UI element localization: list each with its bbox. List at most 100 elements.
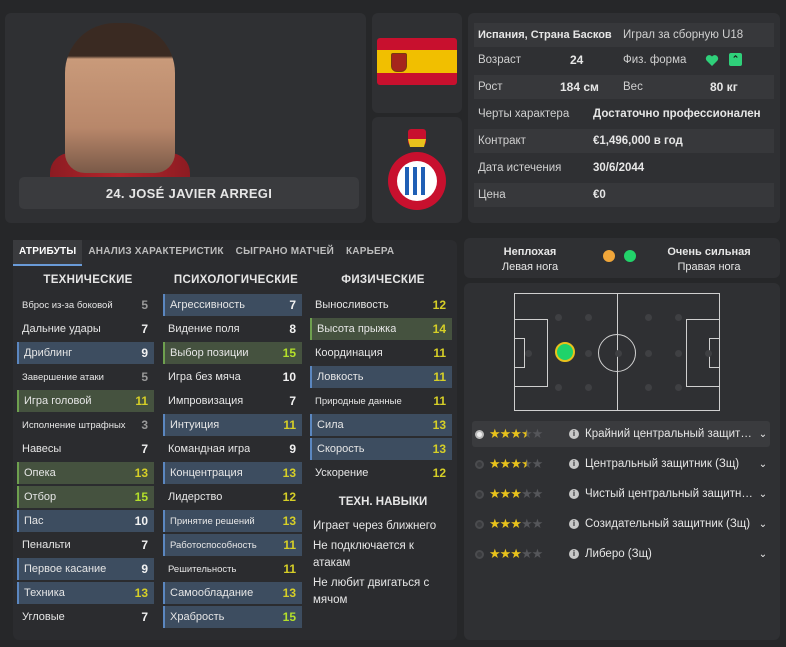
role-radio[interactable]	[475, 429, 484, 439]
attribute-value: 11	[433, 346, 446, 360]
role-radio[interactable]	[475, 489, 484, 499]
attribute-label: Храбрость	[170, 611, 225, 623]
attribute-label: Исполнение штрафных	[22, 419, 126, 431]
attribute-label: Игра без мяча	[168, 371, 241, 383]
tab-career[interactable]: КАРЬЕРА	[340, 240, 400, 264]
attribute-row[interactable]: Опека 13	[17, 462, 154, 484]
role-radio[interactable]	[475, 519, 484, 529]
attribute-row[interactable]: Пас 10	[17, 510, 154, 532]
right-foot-label: Правая нога	[677, 261, 741, 273]
attribute-row[interactable]: Отбор 15	[17, 486, 154, 508]
tab-matches[interactable]: СЫГРАНО МАТЧЕЙ	[230, 240, 340, 264]
role-rating-stars-icon: ★★★★★	[489, 486, 543, 501]
tech-skill-item[interactable]: Играет через ближнего	[313, 518, 453, 535]
attributes-panel: АТРИБУТЫ АНАЛИЗ ХАРАКТЕРИСТИК СЫГРАНО МА…	[13, 240, 457, 640]
attribute-row[interactable]: Командная игра 9	[163, 438, 302, 460]
attribute-row[interactable]: Концентрация 13	[163, 462, 302, 484]
price-label: Цена	[478, 189, 506, 201]
attribute-row[interactable]: Самообладание 13	[163, 582, 302, 604]
position-marker-dc[interactable]	[555, 342, 575, 362]
role-row[interactable]: ★★★★★ i Созидательный защитник (Зщ) ⌄	[472, 511, 770, 537]
physical-title: ФИЗИЧЕСКИЕ	[341, 274, 425, 286]
attribute-row[interactable]: Ускорение 12	[310, 462, 452, 484]
attribute-row[interactable]: Угловые 7	[17, 606, 154, 628]
attribute-value: 13	[134, 586, 148, 600]
attribute-row[interactable]: Координация 11	[310, 342, 452, 364]
chevron-down-icon[interactable]: ⌄	[756, 459, 770, 470]
attribute-row[interactable]: Выбор позиции 15	[163, 342, 302, 364]
age-value: 24	[570, 53, 584, 67]
info-icon[interactable]: i	[569, 549, 579, 559]
attribute-row[interactable]: Исполнение штрафных 3	[17, 414, 154, 436]
attribute-value: 9	[289, 442, 296, 456]
role-row[interactable]: ★★★★★ i Центральный защитник (Зщ) ⌄	[472, 451, 770, 477]
attribute-row[interactable]: Пенальти 7	[17, 534, 154, 556]
contract-value: €1,496,000 в год	[593, 135, 683, 147]
attribute-value: 11	[433, 394, 446, 408]
attribute-row[interactable]: Дальние удары 7	[17, 318, 154, 340]
chevron-down-icon[interactable]: ⌄	[756, 519, 770, 530]
attribute-row[interactable]: Первое касание 9	[17, 558, 154, 580]
nationality-value[interactable]: Испания, Страна Басков	[478, 29, 612, 41]
attribute-row[interactable]: Принятие решений 13	[163, 510, 302, 532]
attribute-row[interactable]: Скорость 13	[310, 438, 452, 460]
age-label: Возраст	[478, 54, 522, 66]
attribute-value: 7	[141, 442, 148, 456]
attribute-row[interactable]: Завершение атаки 5	[17, 366, 154, 388]
attribute-label: Вброс из-за боковой	[22, 299, 113, 311]
chevron-down-icon[interactable]: ⌄	[756, 489, 770, 500]
attribute-row[interactable]: Природные данные 11	[310, 390, 452, 412]
attribute-label: Ловкость	[317, 371, 364, 383]
nation-flag-panel[interactable]	[372, 13, 462, 113]
role-row[interactable]: ★★★★★ i Чистый центральный защитник (Зщ)⌄	[472, 481, 770, 507]
club-badge-panel[interactable]	[372, 117, 462, 223]
attribute-row[interactable]: Работоспособность 11	[163, 534, 302, 556]
attribute-row[interactable]: Дриблинг 9	[17, 342, 154, 364]
attribute-label: Выбор позиции	[170, 347, 249, 359]
attribute-value: 12	[282, 490, 296, 504]
attribute-value: 7	[141, 322, 148, 336]
attribute-row[interactable]: Техника 13	[17, 582, 154, 604]
attribute-value: 7	[141, 610, 148, 624]
attribute-row[interactable]: Сила 13	[310, 414, 452, 436]
attribute-row[interactable]: Интуиция 11	[163, 414, 302, 436]
pitch-diagram[interactable]	[514, 293, 720, 411]
attribute-label: Завершение атаки	[22, 371, 104, 383]
attribute-row[interactable]: Вброс из-за боковой 5	[17, 294, 154, 316]
info-icon[interactable]: i	[569, 429, 579, 439]
info-icon[interactable]: i	[569, 489, 579, 499]
attribute-row[interactable]: Решительность 11	[163, 558, 302, 580]
attribute-row[interactable]: Импровизация 7	[163, 390, 302, 412]
tab-attributes[interactable]: АТРИБУТЫ	[13, 240, 83, 266]
attribute-label: Природные данные	[315, 395, 402, 407]
role-row[interactable]: ★★★★★ i Крайний центральный защитник (Зщ)⌄	[472, 421, 770, 447]
attribute-row[interactable]: Лидерство 12	[163, 486, 302, 508]
attribute-row[interactable]: Ловкость 11	[310, 366, 452, 388]
attribute-row[interactable]: Навесы 7	[17, 438, 154, 460]
chevron-down-icon[interactable]: ⌄	[756, 549, 770, 560]
attribute-value: 9	[141, 346, 148, 360]
tech-skill-item[interactable]: Не подключается к атакам	[313, 538, 453, 572]
attribute-label: Работоспособность	[170, 539, 257, 551]
attribute-row[interactable]: Игра головой 11	[17, 390, 154, 412]
attribute-row[interactable]: Храбрость 15	[163, 606, 302, 628]
info-icon[interactable]: i	[569, 519, 579, 529]
attribute-row[interactable]: Агрессивность 7	[163, 294, 302, 316]
height-value: 184 см	[560, 80, 599, 94]
spain-flag-icon	[377, 38, 457, 85]
traits-value[interactable]: Достаточно профессионален	[593, 108, 761, 120]
role-radio[interactable]	[475, 549, 484, 559]
role-row[interactable]: ★★★★★ i Либеро (Зщ) ⌄	[472, 541, 770, 567]
attribute-row[interactable]: Видение поля 8	[163, 318, 302, 340]
role-radio[interactable]	[475, 459, 484, 469]
price-value: €0	[593, 189, 606, 201]
tab-analysis[interactable]: АНАЛИЗ ХАРАКТЕРИСТИК	[82, 240, 229, 264]
player-name: 24. JOSÉ JAVIER ARREGI	[19, 177, 359, 209]
attribute-row[interactable]: Выносливость 12	[310, 294, 452, 316]
attribute-value: 11	[135, 394, 148, 408]
tech-skill-item[interactable]: Не любит двигаться с мячом	[313, 575, 453, 609]
attribute-row[interactable]: Высота прыжка 14	[310, 318, 452, 340]
chevron-down-icon[interactable]: ⌄	[756, 429, 770, 440]
attribute-row[interactable]: Игра без мяча 10	[163, 366, 302, 388]
info-icon[interactable]: i	[569, 459, 579, 469]
